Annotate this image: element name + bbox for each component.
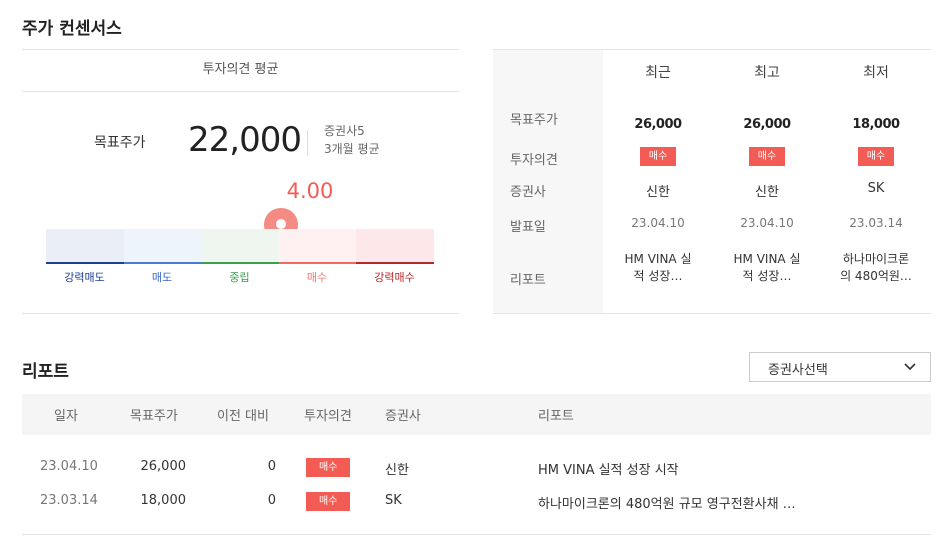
recent-target: 26,000 — [634, 117, 682, 132]
scale-segment-line — [46, 262, 124, 264]
broker-select-label: 증권사선택 — [768, 363, 828, 378]
row-label-opinion: 투자의견 — [510, 153, 558, 168]
average-opinion-header: 투자의견 평균 — [22, 50, 459, 92]
opinion-badge: 매수 — [748, 147, 786, 166]
opinion-badge: 매수 — [306, 458, 351, 477]
header-change: 이전 대비 — [217, 409, 269, 424]
lowest-target: 18,000 — [852, 117, 900, 132]
header-broker: 증권사 — [385, 409, 421, 424]
header-target: 목표주가 — [130, 409, 178, 424]
row-target: 26,000 — [140, 459, 187, 474]
scale-label: 강력매수 — [374, 271, 415, 284]
row-report-link[interactable]: HM VINA 실적 성장 시작 — [538, 459, 679, 478]
highest-report-link[interactable]: HM VINA 실 적 성장… — [712, 251, 822, 285]
scale-label: 매도 — [151, 271, 173, 284]
highest-target: 26,000 — [743, 117, 791, 132]
opinion-compare-panel: 최근 최고 최저 목표주가 투자의견 증권사 발표일 리포트 26,000 매수… — [493, 49, 931, 314]
scale-segment-line — [123, 262, 201, 264]
row-change: 0 — [267, 459, 276, 474]
lowest-report-link[interactable]: 하나마이크론 의 480억원… — [821, 251, 931, 285]
opinion-score: 4.00 — [286, 179, 334, 203]
scale-segment — [356, 229, 434, 264]
reports-title: 리포트 — [22, 362, 69, 382]
row-broker: 신한 — [385, 463, 409, 478]
opinion-badge: 매수 — [857, 147, 895, 166]
report-line: 적 성장… — [742, 269, 792, 283]
scale-segment-line — [356, 262, 434, 264]
row-label-target: 목표주가 — [510, 113, 558, 128]
scale-segment — [278, 229, 356, 264]
target-price-label: 목표주가 — [94, 135, 146, 151]
header-opinion: 투자의견 — [304, 409, 352, 424]
row-label-broker: 증권사 — [510, 185, 546, 200]
lowest-broker: SK — [867, 181, 885, 196]
highest-date: 23.04.10 — [740, 216, 794, 230]
highest-opinion: 매수 — [712, 147, 822, 166]
broker-select[interactable]: 증권사선택 — [749, 352, 931, 382]
scale-segment-line — [278, 262, 356, 264]
row-change: 0 — [267, 493, 276, 508]
table-header: 일자 목표주가 이전 대비 투자의견 증권사 리포트 — [22, 394, 931, 435]
average-opinion-panel: 투자의견 평균 목표주가 22,000 증권사5 3개월 평균 4.00 강력매… — [22, 49, 459, 314]
recent-report-link[interactable]: HM VINA 실 적 성장… — [603, 251, 713, 285]
lowest-opinion: 매수 — [821, 147, 931, 166]
report-line: 의 480억원… — [840, 269, 912, 283]
broker-count: 증권사5 — [324, 124, 365, 138]
row-report-link[interactable]: 하나마이크론의 480억원 규모 영구전환사채 … — [538, 493, 796, 512]
opinion-badge: 매수 — [306, 492, 351, 511]
row-date: 23.03.14 — [40, 493, 98, 508]
recent-opinion: 매수 — [603, 147, 713, 166]
recent-date: 23.04.10 — [631, 216, 685, 230]
scale-label: 중립 — [229, 271, 250, 284]
row-broker: SK — [385, 493, 402, 508]
row-opinion: 매수 — [306, 458, 351, 477]
report-line: HM VINA 실 — [624, 252, 692, 266]
header-report: 리포트 — [538, 409, 574, 424]
reports-table: 일자 목표주가 이전 대비 투자의견 증권사 리포트 23.04.10 26,0… — [22, 394, 931, 535]
scale-segment — [46, 229, 124, 264]
row-target: 18,000 — [140, 493, 187, 508]
col-highest: 최고 — [754, 65, 780, 81]
report-line: 하나마이크론 — [842, 252, 910, 266]
average-period: 3개월 평균 — [324, 142, 380, 156]
row-label-report: 리포트 — [510, 273, 546, 288]
col-lowest: 최저 — [863, 65, 889, 81]
scale-label: 강력매도 — [64, 271, 105, 284]
chevron-down-icon — [904, 363, 916, 371]
highest-broker: 신한 — [755, 185, 779, 200]
scale-segment-line — [201, 262, 279, 264]
report-line: HM VINA 실 — [733, 252, 801, 266]
divider — [307, 130, 308, 156]
target-price-value: 22,000 — [188, 120, 302, 160]
scale-segment — [123, 229, 201, 264]
row-date: 23.04.10 — [40, 459, 98, 474]
report-line: 적 성장… — [633, 269, 683, 283]
lowest-date: 23.03.14 — [849, 216, 903, 230]
recent-broker: 신한 — [646, 185, 670, 200]
scale-label: 매수 — [306, 271, 328, 284]
col-recent: 최근 — [645, 65, 671, 81]
header-date: 일자 — [54, 409, 78, 424]
scale-segment — [201, 229, 279, 264]
page-title: 주가 컨센서스 — [22, 19, 122, 39]
opinion-badge: 매수 — [639, 147, 677, 166]
row-opinion: 매수 — [306, 492, 351, 511]
row-label-date: 발표일 — [510, 220, 546, 235]
broker-summary: 증권사5 3개월 평균 — [324, 122, 380, 158]
